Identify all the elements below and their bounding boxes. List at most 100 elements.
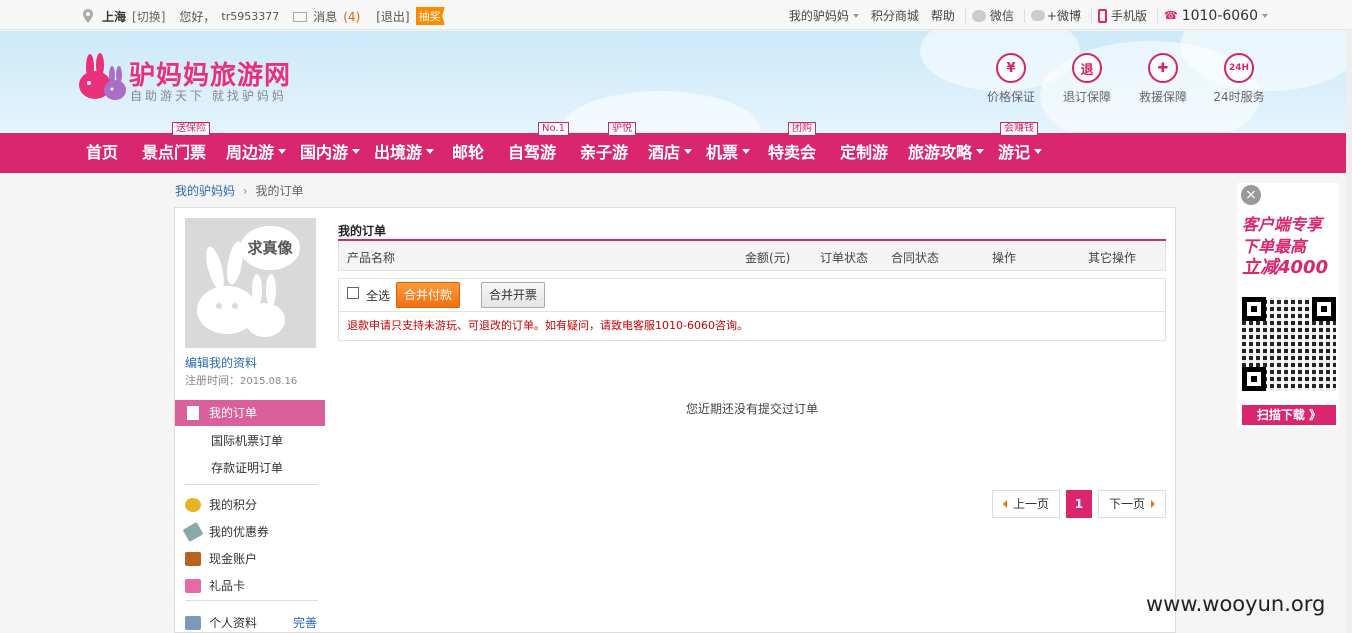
nav-label: 周边游 xyxy=(226,143,275,162)
column-header: 订单状态 xyxy=(820,251,869,265)
nav-domestic[interactable]: 国内游 xyxy=(300,133,361,173)
sidebar-item-gift-card[interactable]: 礼品卡 xyxy=(185,577,245,594)
prev-page-button[interactable]: 上一页 xyxy=(991,490,1060,518)
nav-travelogue[interactable]: 会赚钱 游记 xyxy=(998,122,1043,173)
bulk-actions-bar: 全选 合并付款 合并开票 xyxy=(338,278,1166,312)
nav-selfdrive[interactable]: No.1 自驾游 xyxy=(508,122,569,173)
wechat-label: 微信 xyxy=(989,9,1014,23)
close-icon[interactable]: × xyxy=(1241,185,1261,205)
current-page[interactable]: 1 xyxy=(1065,490,1092,518)
cloud-decoration xyxy=(560,91,760,133)
messages-link[interactable]: 消息 (4) xyxy=(313,8,366,25)
prev-page-label: 上一页 xyxy=(1012,497,1049,511)
mobile-icon xyxy=(1097,8,1107,23)
edit-profile-link[interactable]: 编辑我的资料 xyxy=(185,354,257,371)
divider xyxy=(1156,8,1158,23)
profile-card-icon xyxy=(185,615,201,630)
wechat-link[interactable]: 微信 xyxy=(971,7,1014,24)
merge-pay-button[interactable]: 合并付款 xyxy=(396,282,460,308)
reg-date: 2015.08.16 xyxy=(240,376,298,387)
nav-sale[interactable]: 团购特卖会 xyxy=(768,122,817,173)
service-24h-icon: 24H xyxy=(1224,53,1254,83)
column-header: 操作 xyxy=(992,251,1017,265)
guarantee-refund[interactable]: 退退订保障 xyxy=(1060,53,1114,105)
nav-tag: No.1 xyxy=(538,122,569,136)
lottery-badge[interactable]: 抽奖 xyxy=(415,7,445,25)
avatar[interactable]: 求真像 xyxy=(185,218,316,348)
reg-label: 注册时间： xyxy=(185,374,240,387)
nav-tickets[interactable]: 送保险 景点门票 xyxy=(142,122,210,173)
column-header: 合同状态 xyxy=(891,251,940,265)
logout-link[interactable]: [退出] xyxy=(376,8,409,25)
app-download-promo: × 客户端专享 下单最高 立减4000 扫描下载 》 xyxy=(1237,183,1339,428)
chevron-down-icon xyxy=(1034,149,1043,154)
guarantee-price[interactable]: ¥ 价格保证 xyxy=(984,53,1038,105)
guarantee-rescue[interactable]: ✚ 救援保障 xyxy=(1136,53,1190,105)
next-page-button[interactable]: 下一页 xyxy=(1097,490,1166,518)
merge-invoice-button[interactable]: 合并开票 xyxy=(481,282,545,308)
nav-flights[interactable]: 机票 xyxy=(706,133,751,173)
column-header: 产品名称 xyxy=(347,251,396,265)
weibo-label: +微博 xyxy=(1046,9,1081,23)
help-link[interactable]: 帮助 xyxy=(931,7,955,24)
nav-label: 邮轮 xyxy=(452,143,485,162)
breadcrumb: 我的驴妈妈 › 我的订单 xyxy=(175,182,304,199)
sidebar-item-points[interactable]: 我的积分 xyxy=(185,496,257,513)
sidebar-item-profile[interactable]: 个人资料 xyxy=(185,614,257,631)
chevron-down-icon xyxy=(684,149,693,154)
scan-download-button[interactable]: 扫描下载 》 xyxy=(1242,405,1336,425)
nav-guide[interactable]: 旅游攻略 xyxy=(908,133,985,173)
site-logo[interactable]: 驴妈妈旅游网 自助游天下 就找驴妈妈 xyxy=(74,53,304,109)
scrollbar[interactable] xyxy=(1346,30,1352,633)
nav-family[interactable]: 驴悦 亲子游 xyxy=(580,122,636,173)
nav-label: 特卖会 xyxy=(768,143,817,162)
mail-icon xyxy=(293,12,308,22)
sidebar-sub-deposit-proof[interactable]: 存款证明订单 xyxy=(211,459,283,476)
watermark: www.wooyun.org xyxy=(1146,592,1326,616)
mobile-link[interactable]: 手机版 xyxy=(1097,7,1147,24)
username[interactable]: tr5953377 xyxy=(221,10,279,23)
greeting: 您好， xyxy=(179,9,216,24)
price-icon: ¥ xyxy=(996,53,1026,83)
weibo-link[interactable]: +微博 xyxy=(1030,7,1081,24)
sidebar-item-cash-account[interactable]: 现金账户 xyxy=(185,550,257,567)
empty-orders-message: 您近期还没有提交过订单 xyxy=(685,402,818,416)
points-mall-link[interactable]: 积分商城 xyxy=(871,7,919,24)
nav-hotel[interactable]: 酒店 xyxy=(648,133,693,173)
coins-icon xyxy=(185,497,201,512)
sidebar-item-my-orders[interactable]: 我的订单 xyxy=(175,400,325,426)
complete-profile-link[interactable]: 完善 xyxy=(293,614,317,631)
sidebar-item-label: 我的订单 xyxy=(209,406,258,420)
sidebar-item-coupons[interactable]: 我的优惠券 xyxy=(182,521,269,542)
breadcrumb-home[interactable]: 我的驴妈妈 xyxy=(175,184,235,198)
messages-count: (4) xyxy=(343,9,361,24)
phone-menu[interactable]: ☎ 1010-6060 xyxy=(1164,8,1268,24)
nav-custom[interactable]: 定制游 xyxy=(840,133,888,173)
nav-tag: 团购 xyxy=(788,122,816,136)
chevron-down-icon xyxy=(852,13,859,18)
coupon-icon xyxy=(182,521,204,542)
my-account-menu[interactable]: 我的驴妈妈 xyxy=(789,7,859,24)
nav-label: 景点门票 xyxy=(142,143,207,162)
switch-city-link[interactable]: [切换] xyxy=(132,8,165,25)
next-page-label: 下一页 xyxy=(1108,497,1145,511)
guarantee-24h[interactable]: 24H 24时服务 xyxy=(1212,53,1266,105)
sidebar-item-label: 我的积分 xyxy=(209,498,258,512)
nav-home[interactable]: 首页 xyxy=(86,133,118,173)
chevron-down-icon xyxy=(742,149,751,154)
nav-outbound[interactable]: 出境游 xyxy=(374,133,435,173)
chevron-right-icon: › xyxy=(242,184,248,198)
nav-nearby[interactable]: 周边游 xyxy=(226,133,287,173)
section-title: 我的订单 xyxy=(338,218,1166,241)
avatar-bubble: 求真像 xyxy=(240,226,300,270)
top-bar-left: 上海 [切换] 您好， tr5953377 消息 (4) [退出] 抽奖 xyxy=(82,7,451,25)
nav-cruise[interactable]: 邮轮 xyxy=(452,133,484,173)
promo-line: 立减4000 xyxy=(1242,257,1329,278)
select-all-checkbox[interactable] xyxy=(347,287,359,299)
divider xyxy=(185,484,318,485)
refund-notice: 退款申请只支持未游玩、可退改的订单。如有疑问，请致电客服1010-6060咨询。 xyxy=(338,312,1166,341)
pagination: 上一页 1 下一页 xyxy=(991,490,1166,518)
sidebar-sub-intl-flight[interactable]: 国际机票订单 xyxy=(211,432,283,449)
nav-label: 亲子游 xyxy=(580,143,629,162)
orders-table-header: 产品名称 金额(元) 订单状态 合同状态 操作 其它操作 xyxy=(338,241,1166,271)
